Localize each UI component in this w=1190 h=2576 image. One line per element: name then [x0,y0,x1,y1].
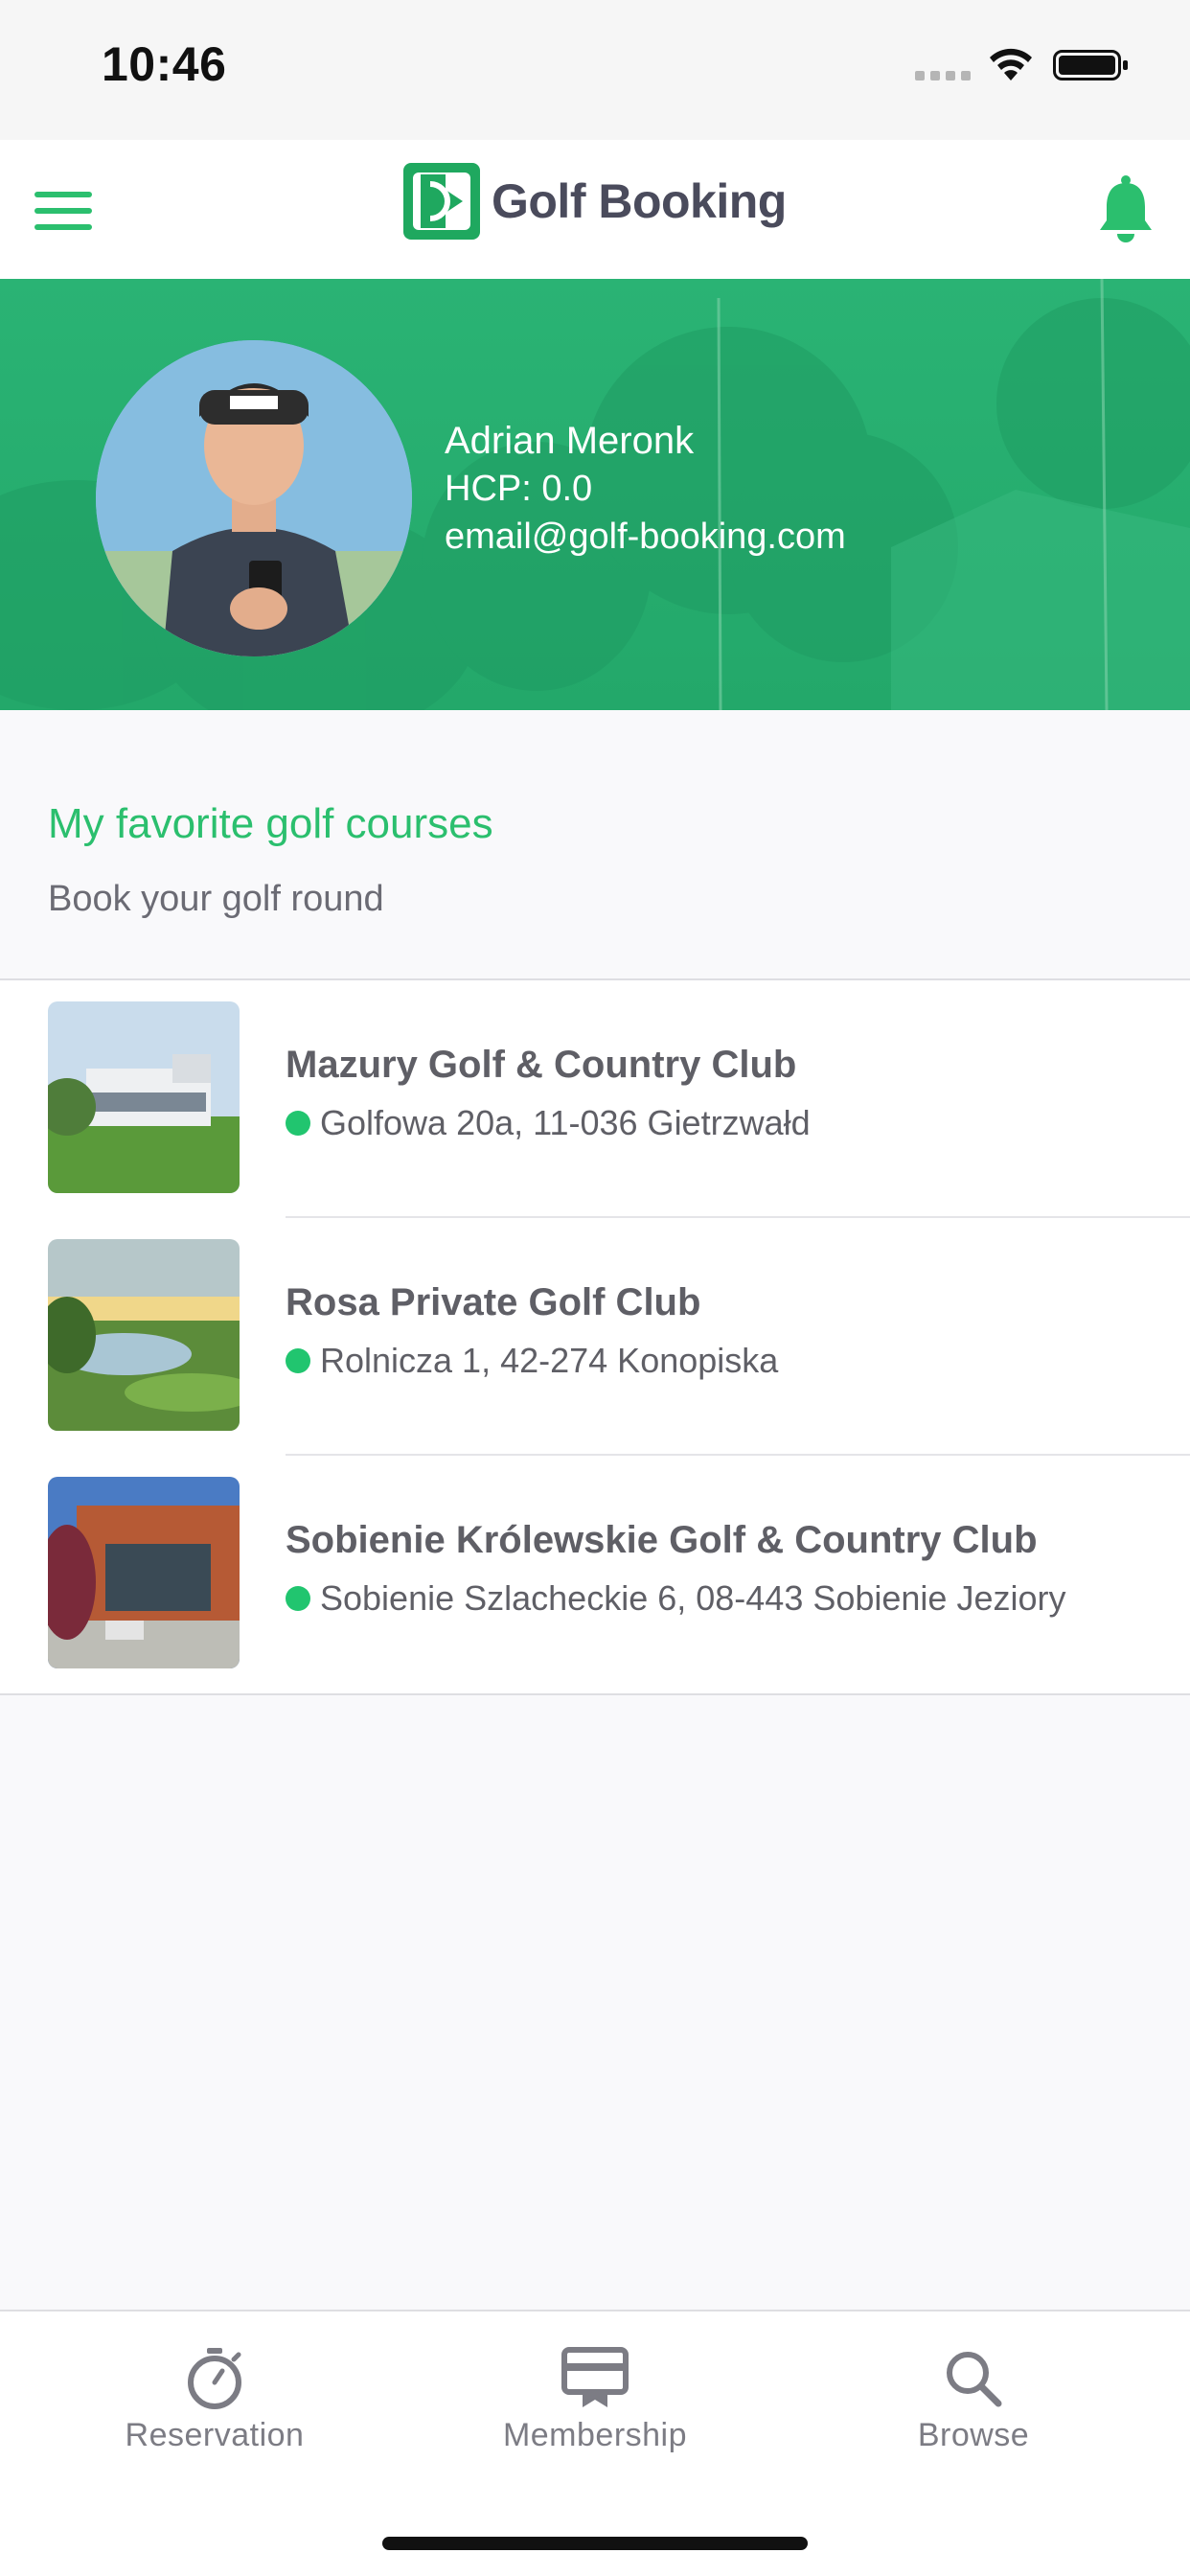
battery-icon [1053,50,1128,80]
course-address-text: Rolnicza 1, 42-274 Konopiska [320,1341,779,1380]
course-name: Mazury Golf & Country Club [286,1044,797,1086]
user-photo [96,340,412,656]
course-address: Rolnicza 1, 42-274 Konopiska [286,1341,778,1381]
home-indicator[interactable] [382,2537,808,2550]
course-row-mazury[interactable]: Mazury Golf & Country Club Golfowa 20a, … [0,980,1190,1218]
course-name: Sobienie Królewskie Golf & Country Club [286,1519,1038,1561]
app-logo: Golf Booking [401,159,787,243]
open-status-dot [286,1348,310,1373]
course-row-sobienie[interactable]: Sobienie Królewskie Golf & Country Club … [0,1456,1190,1693]
app-header: Golf Booking [0,140,1190,279]
course-address: Sobienie Szlacheckie 6, 08-443 Sobienie … [286,1578,1065,1619]
membership-card-icon [561,2347,629,2407]
tab-label: Reservation [125,2417,305,2453]
cellular-signal-icon [915,71,971,80]
profile-banner: Adrian Meronk HCP: 0.0 email@golf-bookin… [0,279,1190,710]
profile-info: Adrian Meronk HCP: 0.0 email@golf-bookin… [445,417,846,561]
profile-email: email@golf-booking.com [445,517,846,557]
favorite-courses-list: Mazury Golf & Country Club Golfowa 20a, … [0,980,1190,1695]
open-status-dot [286,1586,310,1611]
notification-bell-icon[interactable] [1097,174,1155,243]
section-title: My favorite golf courses [48,800,493,847]
open-status-dot [286,1111,310,1136]
course-thumbnail [48,1477,240,1668]
course-thumbnail [48,1239,240,1431]
stopwatch-icon [188,2348,241,2409]
favorites-header: My favorite golf courses Book your golf … [0,710,1190,980]
search-icon [947,2352,1002,2407]
tab-membership[interactable]: Membership [470,2346,720,2454]
course-address: Golfowa 20a, 11-036 Gietrzwałd [286,1103,811,1143]
tab-browse[interactable]: Browse [849,2346,1098,2454]
hamburger-menu-icon[interactable] [33,188,94,234]
status-time: 10:46 [102,37,227,91]
course-address-text: Sobienie Szlacheckie 6, 08-443 Sobienie … [320,1578,1066,1618]
app-name: Golf Booking [492,174,787,228]
course-name: Rosa Private Golf Club [286,1281,701,1323]
tab-label: Membership [502,2417,688,2453]
course-address-text: Golfowa 20a, 11-036 Gietrzwałd [320,1103,811,1142]
tab-label: Browse [917,2417,1030,2453]
golf-booking-logo-icon [403,163,480,240]
course-row-rosa[interactable]: Rosa Private Golf Club Rolnicza 1, 42-27… [0,1218,1190,1456]
profile-hcp: HCP: 0.0 [445,469,593,509]
wifi-icon [990,48,1032,80]
profile-name: Adrian Meronk [445,420,695,462]
avatar[interactable] [96,340,412,656]
section-subtitle: Book your golf round [48,879,384,919]
status-bar: 10:46 [0,0,1190,140]
tab-reservation[interactable]: Reservation [90,2346,339,2454]
course-thumbnail [48,1001,240,1193]
